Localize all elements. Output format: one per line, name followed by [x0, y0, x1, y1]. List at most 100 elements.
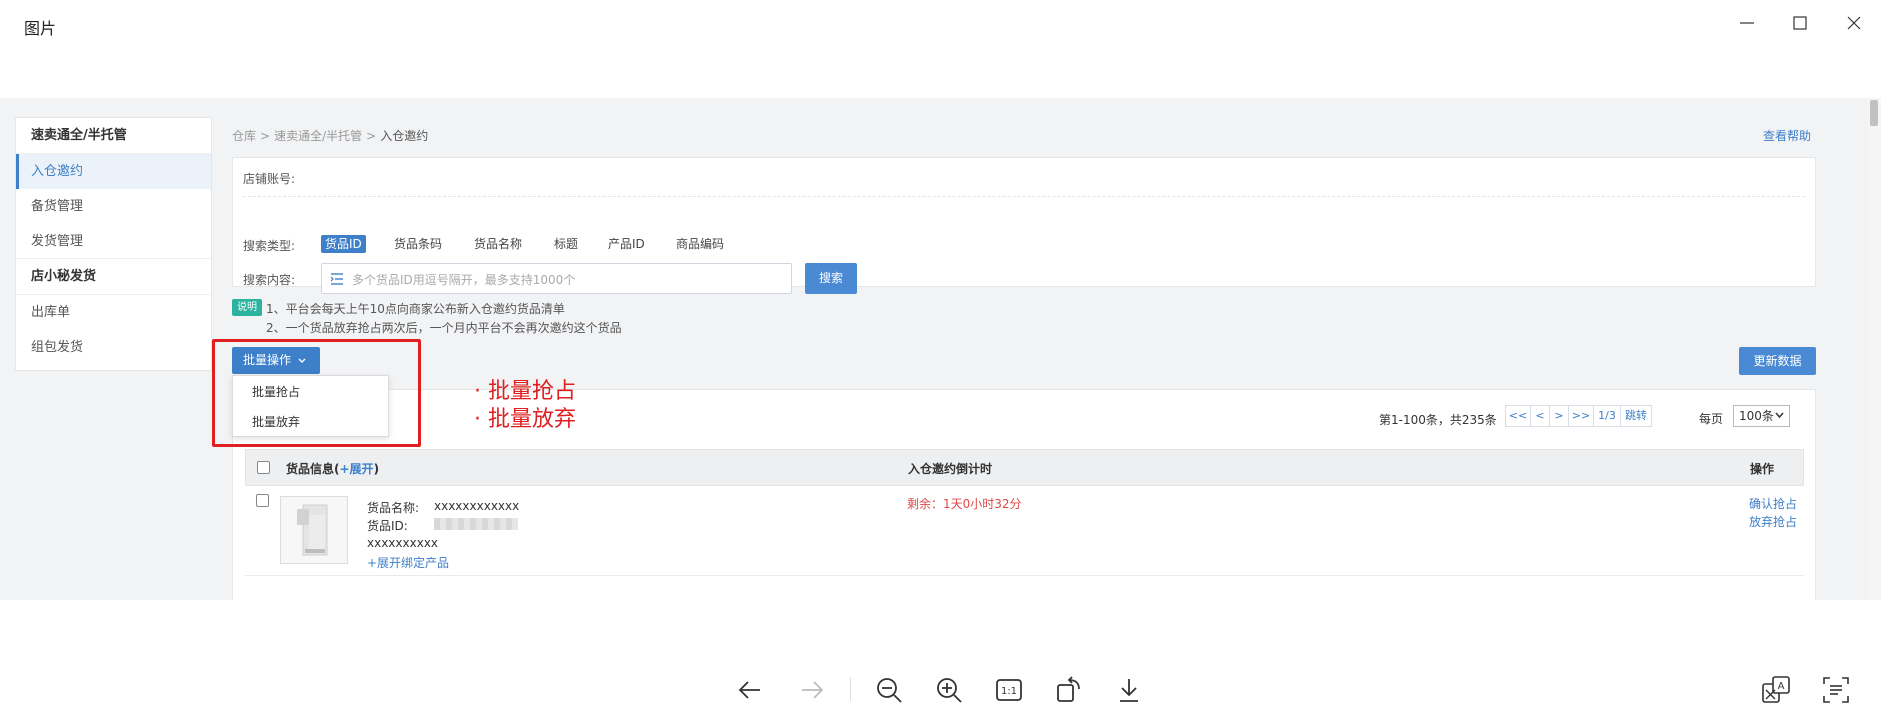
minimize-button[interactable]: [1727, 6, 1767, 40]
arrow-right-icon: [802, 681, 824, 699]
download-icon: [1120, 679, 1138, 702]
search-type-label: 搜索类型:: [243, 239, 296, 253]
minimize-icon: [1740, 22, 1754, 24]
scrollbar-thumb[interactable]: [1870, 100, 1878, 126]
notice-line-1: 1、平台会每天上午10点向商家公布新入仓邀约货品清单: [266, 302, 565, 316]
translate-button[interactable]: A: [1761, 675, 1791, 705]
column-goods-label: 货品信息(: [286, 462, 340, 476]
abandon-claim-link[interactable]: 放弃抢占: [1749, 513, 1797, 530]
column-countdown: 入仓邀约倒计时: [908, 462, 993, 476]
search-type-product-id[interactable]: 产品ID: [608, 235, 645, 253]
column-goods-info: 货品信息(+展开): [286, 460, 379, 477]
search-content-label: 搜索内容:: [243, 273, 296, 287]
breadcrumb: 仓库 > 速卖通全/半托管 > 入仓邀约: [232, 127, 428, 144]
sidebar-group-aliexpress: 速卖通全/半托管: [16, 118, 211, 154]
title-bar: 图片: [0, 0, 1881, 98]
vertical-scrollbar[interactable]: [1867, 98, 1881, 600]
table-row: 货品名称: xxxxxxxxxxxx 货品ID: xxxxxxxxxx +展开绑…: [245, 486, 1804, 576]
per-page-value: 100条: [1739, 409, 1774, 423]
search-input[interactable]: 多个货品ID用逗号隔开，最多支持1000个: [321, 263, 792, 294]
per-page-label: 每页: [1699, 412, 1724, 426]
text-extract-button[interactable]: [1821, 675, 1851, 705]
download-button[interactable]: [1114, 675, 1144, 705]
breadcrumb-mid[interactable]: 速卖通全/半托管: [274, 129, 362, 143]
per-page-select[interactable]: 100条: [1733, 405, 1790, 427]
breadcrumb-separator: >: [260, 129, 271, 143]
expand-all-link[interactable]: +展开: [340, 462, 374, 476]
sidebar: 速卖通全/半托管 入仓邀约 备货管理 发货管理 店小秘发货 出库单 组包发货: [15, 117, 212, 371]
screenshot-content: 速卖通全/半托管 入仓邀约 备货管理 发货管理 店小秘发货 出库单 组包发货 仓…: [0, 98, 1881, 600]
svg-text:A: A: [1778, 681, 1785, 692]
divider: [243, 196, 1805, 197]
list-icon: [330, 273, 343, 285]
table-header: 货品信息(+展开) 入仓邀约倒计时 操作: [245, 449, 1804, 486]
breadcrumb-root[interactable]: 仓库: [232, 129, 256, 143]
refresh-data-button[interactable]: 更新数据: [1739, 347, 1816, 375]
search-type-title[interactable]: 标题: [554, 235, 578, 253]
confirm-claim-link[interactable]: 确认抢占: [1749, 495, 1797, 512]
maximize-icon: [1793, 16, 1807, 30]
next-image-button[interactable]: [797, 675, 827, 705]
page-prev-button[interactable]: <: [1530, 405, 1550, 427]
highlight-box: [212, 339, 421, 447]
goods-name-label: 货品名称:: [367, 501, 420, 515]
actual-size-icon: 1:1: [996, 679, 1022, 701]
image-viewer-window: 图片 速卖通全/半托管 入仓邀约 备货管理 发货管理 店小秘发货 出库单 组包发…: [0, 0, 1881, 720]
column-goods-close: ): [373, 462, 380, 476]
page-last-button[interactable]: >>: [1568, 405, 1594, 427]
svg-text:1:1: 1:1: [1001, 686, 1017, 697]
search-type-goods-name[interactable]: 货品名称: [474, 235, 522, 253]
search-placeholder: 多个货品ID用逗号隔开，最多支持1000个: [352, 273, 576, 287]
goods-id-label: 货品ID:: [367, 519, 408, 533]
actual-size-button[interactable]: 1:1: [994, 675, 1024, 705]
close-button[interactable]: [1834, 6, 1874, 40]
arrow-left-icon: [738, 681, 760, 699]
search-type-goods-id[interactable]: 货品ID: [321, 235, 366, 253]
goods-name-value: xxxxxxxxxxxx: [434, 499, 520, 513]
goods-extra: xxxxxxxxxx: [367, 536, 439, 550]
sidebar-item-package[interactable]: 组包发货: [16, 330, 211, 365]
zoom-in-button[interactable]: [934, 675, 964, 705]
annotation-line-2: · 批量放弃: [474, 407, 576, 432]
sidebar-item-stocking[interactable]: 备货管理: [16, 189, 211, 224]
sidebar-item-outbound[interactable]: 出库单: [16, 295, 211, 330]
search-type-barcode[interactable]: 货品条码: [394, 235, 442, 253]
sidebar-item-invitation[interactable]: 入仓邀约: [16, 154, 211, 189]
chevron-down-icon: [1775, 412, 1784, 419]
zoom-in-icon: [937, 678, 962, 703]
search-button[interactable]: 搜索: [805, 263, 857, 294]
page-first-button[interactable]: <<: [1505, 405, 1531, 427]
search-panel: 店铺账号: 搜索类型: 货品ID 货品条码 货品名称 标题 产品ID 商品编码 …: [232, 157, 1816, 294]
shop-account-label: 店铺账号:: [243, 172, 296, 186]
translate-icon: A: [1762, 676, 1790, 703]
notice-badge: 说明: [232, 299, 262, 316]
select-all-checkbox[interactable]: [257, 461, 270, 474]
help-link[interactable]: 查看帮助: [1763, 127, 1811, 144]
notice-line-2: 2、一个货品放弃抢占两次后，一个月内平台不会再次邀约这个货品: [266, 321, 622, 335]
goods-id-redacted: [434, 518, 518, 530]
product-thumbnail[interactable]: [280, 496, 348, 564]
countdown-value: 剩余：1天0小时32分: [907, 497, 1022, 511]
viewer-toolbar: 1:1 A: [0, 600, 1881, 720]
previous-image-button[interactable]: [735, 675, 765, 705]
maximize-button[interactable]: [1780, 6, 1820, 40]
window-title: 图片: [24, 19, 57, 38]
zoom-out-icon: [877, 678, 902, 703]
toolbar-separator: [850, 677, 851, 701]
close-icon: [1847, 16, 1861, 30]
zoom-out-button[interactable]: [874, 675, 904, 705]
breadcrumb-current: 入仓邀约: [380, 129, 429, 143]
column-operations: 操作: [1750, 462, 1775, 476]
rotate-button[interactable]: [1054, 675, 1084, 705]
sidebar-item-shipping[interactable]: 发货管理: [16, 224, 211, 259]
row-checkbox[interactable]: [256, 494, 269, 507]
breadcrumb-separator: >: [366, 129, 377, 143]
text-extract-icon: [1823, 677, 1849, 703]
page-jump-button[interactable]: 跳转: [1620, 405, 1652, 427]
page-indicator: 1/3: [1593, 405, 1621, 427]
sidebar-group-dianxiaomi: 店小秘发货: [16, 259, 211, 295]
search-type-sku-code[interactable]: 商品编码: [676, 235, 724, 253]
page-next-button[interactable]: >: [1549, 405, 1569, 427]
list-panel: 第1-100条，共235条 << < > >> 1/3 跳转 每页 100条 货…: [232, 389, 1816, 600]
expand-bound-products-link[interactable]: +展开绑定产品: [367, 554, 449, 571]
